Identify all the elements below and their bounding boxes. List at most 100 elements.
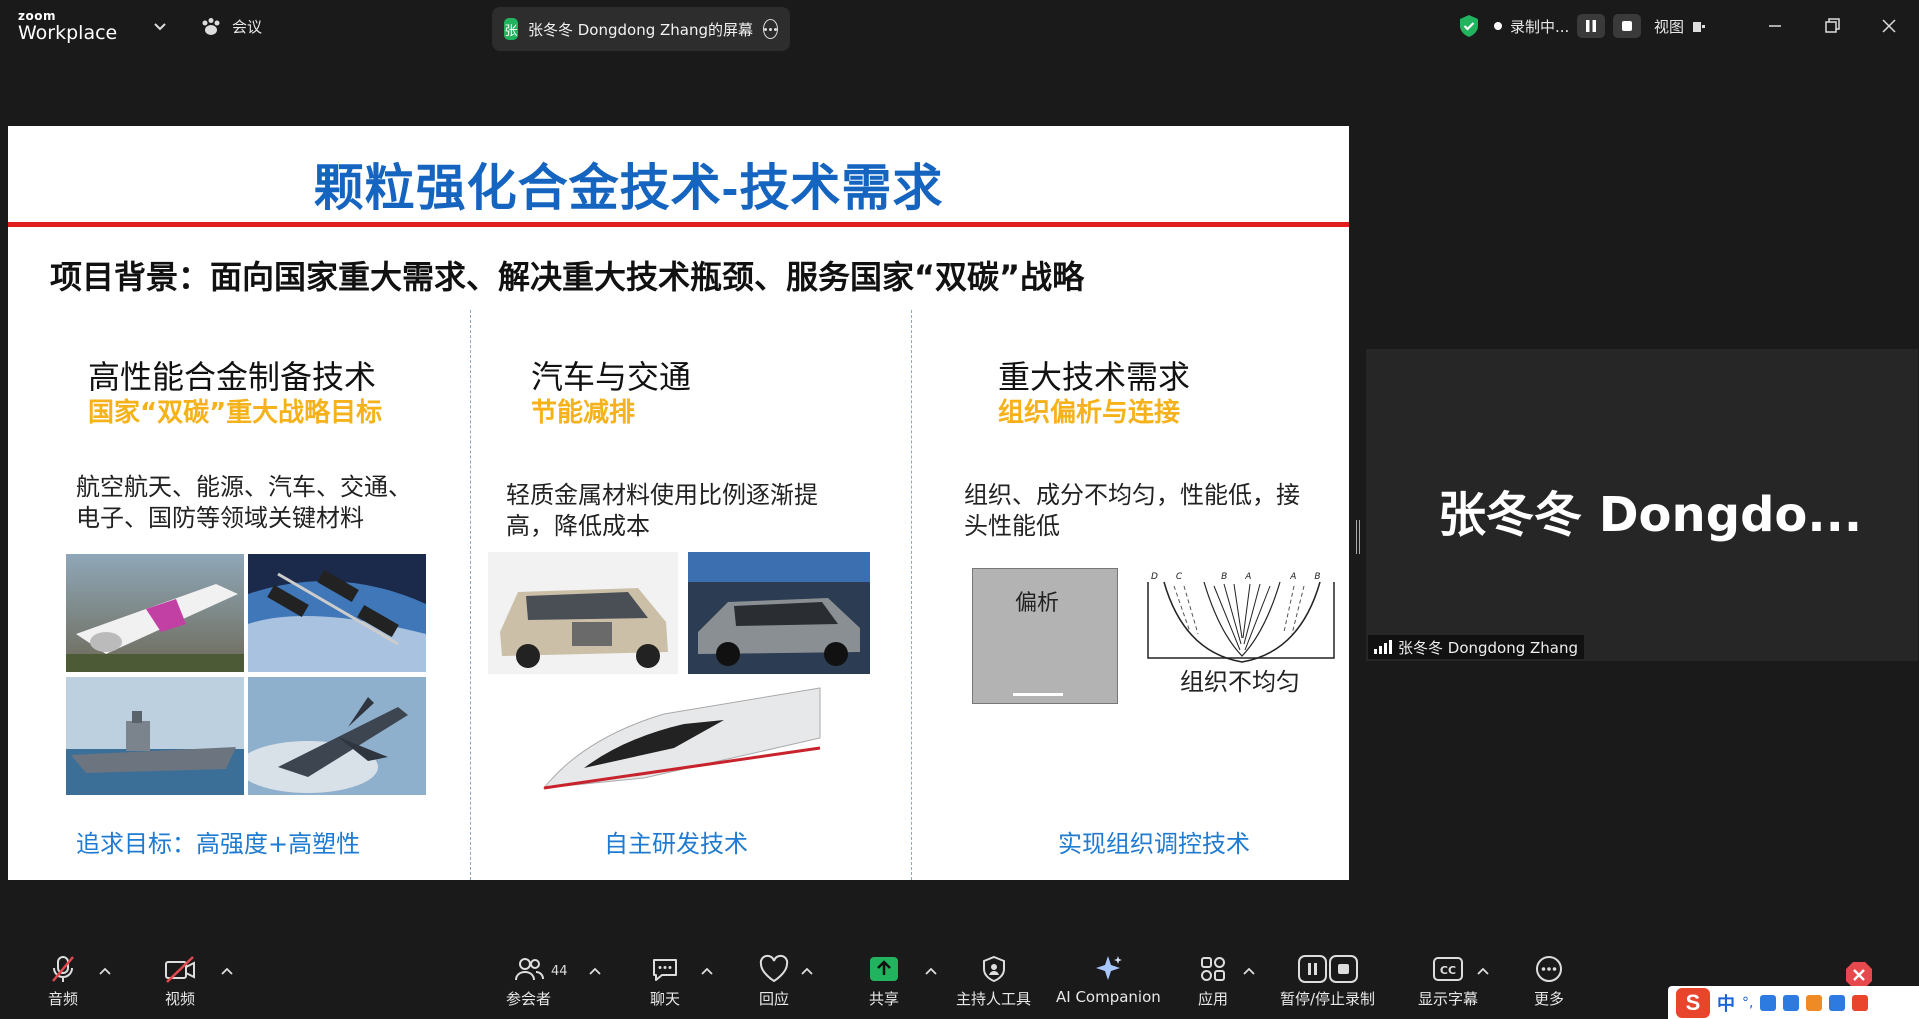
col1-description: 航空航天、能源、汽车、交通、 电子、国防等领域关键材料 bbox=[76, 472, 412, 534]
apps-button[interactable]: 应用 bbox=[1198, 954, 1228, 1009]
sogou-logo-icon: S bbox=[1676, 987, 1710, 1018]
restore-icon[interactable] bbox=[1820, 14, 1844, 38]
pause-recording-button[interactable] bbox=[1577, 14, 1606, 38]
record-label: 暂停/停止录制 bbox=[1280, 990, 1376, 1008]
participants-icon bbox=[514, 958, 544, 981]
column-divider bbox=[470, 310, 471, 880]
audio-label: 音频 bbox=[48, 990, 79, 1008]
pause-icon bbox=[1586, 20, 1597, 32]
paw-icon bbox=[202, 17, 220, 35]
host-tools-button[interactable]: 主持人工具 bbox=[956, 954, 1031, 1009]
col1-subheading: 国家“双碳”重大战略目标 bbox=[88, 398, 383, 428]
chat-caret-icon[interactable] bbox=[700, 966, 714, 976]
sparkle-icon bbox=[1096, 956, 1123, 980]
microphone-muted-icon bbox=[52, 956, 74, 982]
security-shield-icon[interactable] bbox=[1458, 14, 1480, 38]
more-button[interactable]: 更多 bbox=[1534, 954, 1564, 1009]
top-bar: zoom Workplace 会议 张 张冬冬 Dongdong Zhang的屏… bbox=[0, 0, 1919, 56]
apps-icon bbox=[1201, 957, 1225, 981]
video-button[interactable]: 视频 bbox=[164, 954, 196, 1009]
keyboard-icon[interactable] bbox=[1783, 994, 1800, 1011]
stop-icon bbox=[1622, 21, 1633, 31]
video-caret-icon[interactable] bbox=[220, 966, 234, 976]
col3-description: 组织、成分不均匀，性能低，接 头性能低 bbox=[964, 480, 1300, 542]
participants-button[interactable]: 参会者 bbox=[506, 954, 551, 1009]
skin-icon[interactable] bbox=[1806, 994, 1823, 1011]
scale-bar bbox=[1013, 693, 1063, 696]
airplane-photo bbox=[66, 554, 244, 672]
reactions-caret-icon[interactable] bbox=[800, 966, 814, 976]
title-divider bbox=[8, 222, 1349, 227]
pause-stop-recording-icon bbox=[1297, 955, 1358, 983]
close-icon[interactable] bbox=[1877, 14, 1901, 38]
audio-caret-icon[interactable] bbox=[98, 966, 112, 976]
share-button[interactable]: 共享 bbox=[868, 954, 900, 1009]
col3-subheading: 组织偏析与连接 bbox=[998, 398, 1181, 428]
meeting-toolbar: 音频 视频 参会者 44 聊天 回应 共享 主持人工具 AI Companion… bbox=[0, 944, 1919, 1019]
more-icon bbox=[1536, 956, 1562, 982]
reactions-button[interactable]: 回应 bbox=[758, 954, 790, 1009]
more-options-icon[interactable] bbox=[763, 19, 778, 39]
reactions-label: 回应 bbox=[758, 990, 789, 1008]
col1-goal: 追求目标：高强度+高塑性 bbox=[76, 830, 361, 858]
meeting-button[interactable]: 会议 bbox=[200, 16, 262, 37]
svg-text:CC: CC bbox=[1440, 964, 1456, 977]
ime-language-toggle[interactable]: 中 bbox=[1717, 990, 1735, 1016]
toolbox-icon[interactable] bbox=[1829, 994, 1846, 1011]
chat-label: 聊天 bbox=[650, 990, 681, 1008]
microphone-icon[interactable] bbox=[1760, 994, 1777, 1011]
punctuation-icon[interactable]: °, bbox=[1742, 995, 1753, 1011]
uneven-structure-label: 组织不均匀 bbox=[1180, 668, 1300, 696]
chat-button[interactable]: 聊天 bbox=[650, 954, 680, 1009]
video-label: 视频 bbox=[164, 990, 195, 1008]
participant-video-tile[interactable]: 张冬冬 Dongdo... 张冬冬 Dongdong Zhang bbox=[1366, 349, 1918, 661]
participant-display-name: 张冬冬 Dongdo... bbox=[1438, 487, 1863, 543]
column-divider bbox=[911, 310, 912, 880]
high-speed-train-photo bbox=[524, 678, 824, 802]
col3-goal: 实现组织调控技术 bbox=[1058, 830, 1250, 858]
heart-icon bbox=[759, 954, 789, 983]
col1-desc-line2: 电子、国防等领域关键材料 bbox=[76, 504, 364, 532]
col2-desc-line2: 高，降低成本 bbox=[506, 512, 650, 540]
meeting-label: 会议 bbox=[232, 18, 263, 36]
minimize-icon[interactable] bbox=[1763, 14, 1787, 38]
ai-companion-label: AI Companion bbox=[1056, 988, 1161, 1006]
captions-button[interactable]: CC 显示字幕 bbox=[1418, 954, 1478, 1009]
share-caret-icon[interactable] bbox=[924, 966, 938, 976]
recording-dot-icon bbox=[1494, 22, 1502, 30]
audio-button[interactable]: 音频 bbox=[48, 954, 78, 1009]
participants-caret-icon[interactable] bbox=[588, 966, 602, 976]
view-button[interactable]: 视图 bbox=[1654, 16, 1706, 37]
shared-slide: 颗粒强化合金技术-技术需求 项目背景：面向国家重大需求、解决重大技术瓶颈、服务国… bbox=[8, 126, 1349, 880]
record-button[interactable]: 暂停/停止录制 bbox=[1280, 954, 1375, 1009]
captions-icon: CC bbox=[1433, 957, 1463, 981]
apps-caret-icon[interactable] bbox=[1242, 966, 1256, 976]
panel-resize-handle[interactable] bbox=[1356, 520, 1360, 554]
col2-subheading: 节能减排 bbox=[531, 398, 636, 428]
fighter-jet-photo bbox=[248, 677, 426, 795]
participant-label-text: 张冬冬 Dongdong Zhang bbox=[1398, 638, 1579, 657]
segregation-label: 偏析 bbox=[1015, 591, 1060, 616]
screen-share-indicator[interactable]: 张 张冬冬 Dongdong Zhang的屏幕 bbox=[492, 7, 790, 51]
captions-label: 显示字幕 bbox=[1418, 990, 1479, 1008]
space-station-photo bbox=[248, 554, 426, 672]
ai-companion-button[interactable]: AI Companion bbox=[1056, 954, 1161, 1006]
recording-label: 录制中... bbox=[1510, 17, 1570, 36]
logo-workplace-text: Workplace bbox=[18, 22, 118, 44]
participants-count: 44 bbox=[551, 964, 568, 979]
logo-zoom-text: zoom bbox=[18, 9, 56, 23]
captions-caret-icon[interactable] bbox=[1476, 966, 1490, 976]
col2-goal: 自主研发技术 bbox=[604, 830, 748, 858]
sharer-avatar: 张 bbox=[504, 18, 518, 40]
mascot-icon[interactable] bbox=[1852, 994, 1869, 1011]
more-label: 更多 bbox=[1534, 990, 1565, 1008]
col3-desc-line1: 组织、成分不均匀，性能低，接 bbox=[964, 481, 1300, 509]
input-method-toolbar[interactable]: S 中 °, bbox=[1668, 986, 1919, 1019]
chevron-down-icon[interactable] bbox=[152, 18, 168, 34]
segregation-micrograph: 偏析 bbox=[972, 568, 1118, 704]
weld-structure-diagram bbox=[1144, 572, 1340, 668]
zoom-workplace-logo: zoom Workplace bbox=[18, 10, 117, 43]
recording-status: 录制中... bbox=[1494, 14, 1642, 38]
apps-label: 应用 bbox=[1198, 990, 1229, 1008]
stop-recording-button[interactable] bbox=[1613, 14, 1642, 38]
